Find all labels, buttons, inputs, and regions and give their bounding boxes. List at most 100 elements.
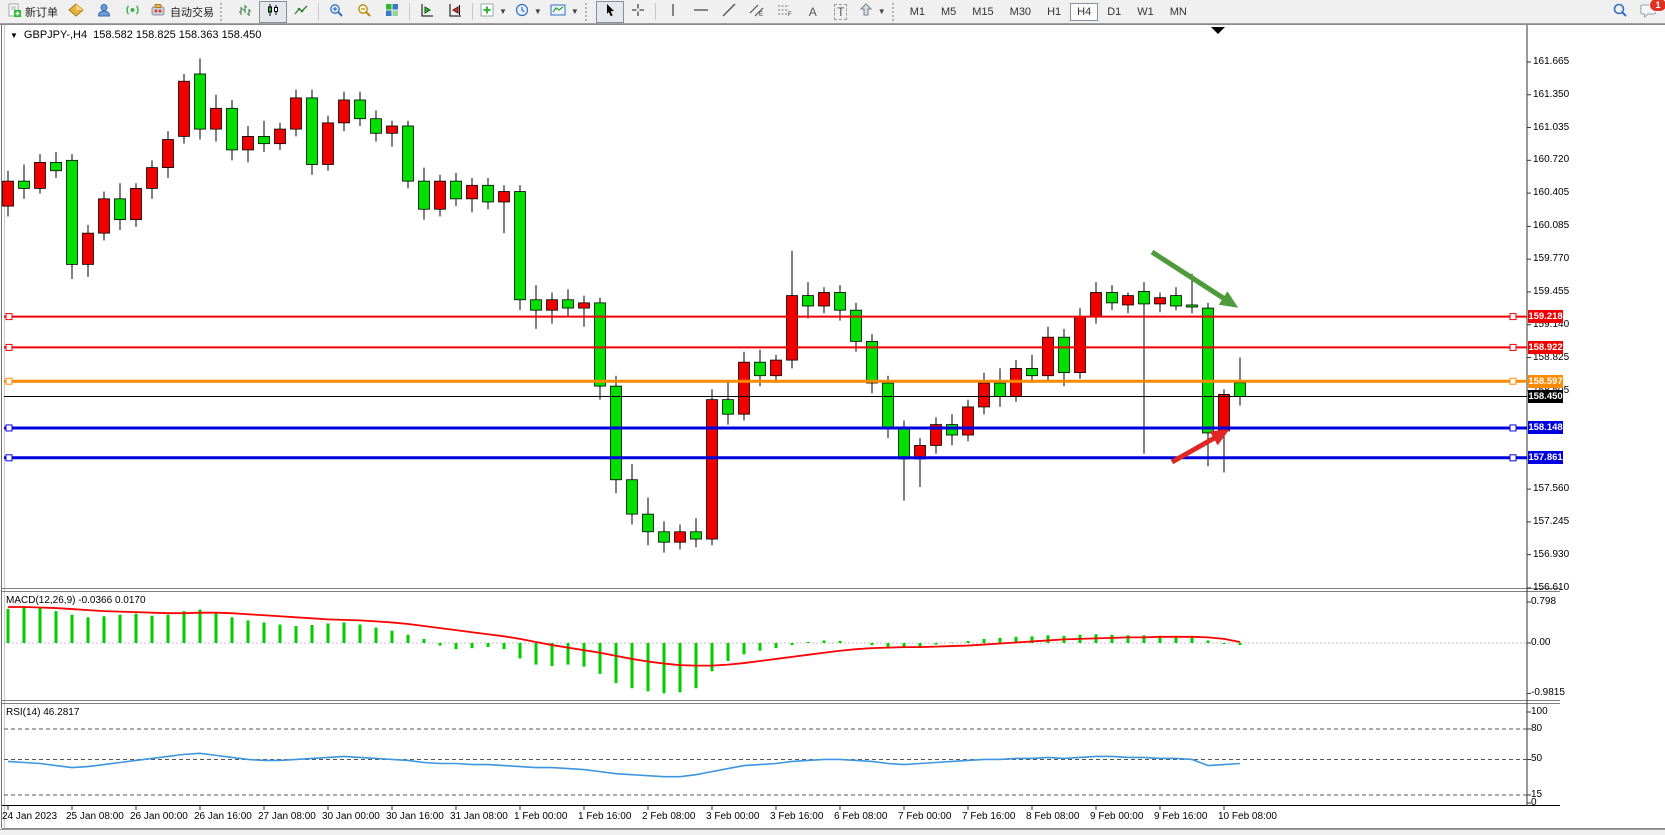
candle-body xyxy=(1155,298,1166,304)
date-axis-label: 1 Feb 00:00 xyxy=(514,811,567,822)
candle-body xyxy=(739,362,750,414)
price-line-badge: 157.861 xyxy=(1528,451,1563,464)
chart-canvas xyxy=(0,0,1665,835)
candle-body xyxy=(1075,316,1086,372)
candle-body xyxy=(179,81,190,136)
candle-body xyxy=(611,386,622,480)
candle-body xyxy=(899,428,910,459)
hline-left-handle[interactable] xyxy=(6,455,12,461)
price-axis-label: 157.560 xyxy=(1533,483,1569,494)
candle-body xyxy=(51,162,62,170)
date-axis-label: 9 Feb 16:00 xyxy=(1154,811,1207,822)
hline-right-handle[interactable] xyxy=(1510,425,1516,431)
candle-body xyxy=(627,480,638,514)
rsi-axis-label: 100 xyxy=(1531,706,1548,717)
candle-body xyxy=(1043,337,1054,375)
hline-right-handle[interactable] xyxy=(1510,455,1516,461)
price-line-badge: 158.597 xyxy=(1528,375,1563,388)
candle-body xyxy=(707,400,718,539)
candle-body xyxy=(547,300,558,310)
date-axis-label: 10 Feb 08:00 xyxy=(1218,811,1277,822)
candle-body xyxy=(787,296,798,361)
candle-body xyxy=(803,296,814,306)
collapse-triangle-icon[interactable]: ▼ xyxy=(10,31,18,40)
candle-body xyxy=(35,162,46,188)
candle-body xyxy=(995,383,1006,397)
macd-axis-label: -0.9815 xyxy=(1531,687,1565,698)
candle-body xyxy=(163,140,174,168)
candle-body xyxy=(691,532,702,539)
candle-body xyxy=(1091,292,1102,316)
price-axis-label: 160.405 xyxy=(1533,187,1569,198)
candle-body xyxy=(499,192,510,202)
chart-ohlc-values: 158.582 158.825 158.363 158.450 xyxy=(93,29,261,41)
hline-left-handle[interactable] xyxy=(6,344,12,350)
candle-body xyxy=(99,199,110,233)
candle-body xyxy=(755,362,766,376)
candle-body xyxy=(467,185,478,199)
candle-body xyxy=(1219,394,1230,430)
candle-body xyxy=(275,129,286,144)
candle-body xyxy=(131,188,142,219)
candle-body xyxy=(963,407,974,435)
date-axis-label: 26 Jan 16:00 xyxy=(194,811,252,822)
candle-body xyxy=(1139,291,1150,303)
rsi-indicator-label: RSI(14) 46.2817 xyxy=(6,707,79,718)
macd-axis-label: 0.00 xyxy=(1531,637,1550,648)
hline-left-handle[interactable] xyxy=(6,378,12,384)
candle-body xyxy=(387,126,398,133)
date-axis-label: 27 Jan 08:00 xyxy=(258,811,316,822)
candle-body xyxy=(435,181,446,209)
candle-body xyxy=(595,303,606,386)
candle-body xyxy=(483,185,494,202)
date-axis-label: 30 Jan 16:00 xyxy=(386,811,444,822)
candle-body xyxy=(243,136,254,150)
candle-body xyxy=(531,300,542,310)
date-axis-label: 3 Feb 00:00 xyxy=(706,811,759,822)
macd-axis-label: 0.798 xyxy=(1531,596,1556,607)
candle-body xyxy=(819,292,830,306)
candle-body xyxy=(147,168,158,189)
candle-body xyxy=(227,108,238,150)
hline-left-handle[interactable] xyxy=(6,425,12,431)
rsi-axis-label: 0 xyxy=(1531,797,1537,808)
hline-left-handle[interactable] xyxy=(6,314,12,320)
chart-symbol-timeframe: GBPJPY-,H4 xyxy=(24,29,87,41)
rsi-axis-label: 80 xyxy=(1531,723,1542,734)
date-axis-label: 8 Feb 08:00 xyxy=(1026,811,1079,822)
candle-body xyxy=(1203,308,1214,433)
price-axis-label: 159.455 xyxy=(1533,286,1569,297)
rsi-line xyxy=(8,753,1240,776)
date-axis-label: 31 Jan 08:00 xyxy=(450,811,508,822)
candle-body xyxy=(723,400,734,415)
date-axis-label: 9 Feb 00:00 xyxy=(1090,811,1143,822)
candle-body xyxy=(291,98,302,129)
candle-body xyxy=(451,181,462,199)
candle-body xyxy=(515,192,526,300)
trading-platform-window: 新订单 自动交易 xyxy=(0,0,1665,835)
candle-body xyxy=(675,532,686,542)
hline-right-handle[interactable] xyxy=(1510,314,1516,320)
candle-body xyxy=(371,119,382,134)
candle-body xyxy=(3,181,14,206)
candle-body xyxy=(115,199,126,220)
candle-body xyxy=(67,160,78,264)
price-line-badge: 158.922 xyxy=(1528,341,1563,354)
candle-body xyxy=(643,514,654,532)
date-axis-label: 7 Feb 16:00 xyxy=(962,811,1015,822)
date-axis-label: 3 Feb 16:00 xyxy=(770,811,823,822)
hline-right-handle[interactable] xyxy=(1510,344,1516,350)
candle-body xyxy=(211,108,222,129)
candle-body xyxy=(419,181,430,209)
candle-body xyxy=(307,98,318,165)
autoscroll-marker-icon xyxy=(1211,27,1225,34)
date-axis-label: 7 Feb 00:00 xyxy=(898,811,951,822)
down-trend-arrow-icon[interactable] xyxy=(1152,252,1234,305)
price-line-badge: 158.450 xyxy=(1528,390,1563,403)
date-axis-label: 26 Jan 00:00 xyxy=(130,811,188,822)
window-bottom-edge xyxy=(0,829,1665,835)
price-axis-label: 157.245 xyxy=(1533,516,1569,527)
hline-right-handle[interactable] xyxy=(1510,378,1516,384)
price-line-badge: 159.218 xyxy=(1528,310,1563,323)
date-axis-label: 30 Jan 00:00 xyxy=(322,811,380,822)
